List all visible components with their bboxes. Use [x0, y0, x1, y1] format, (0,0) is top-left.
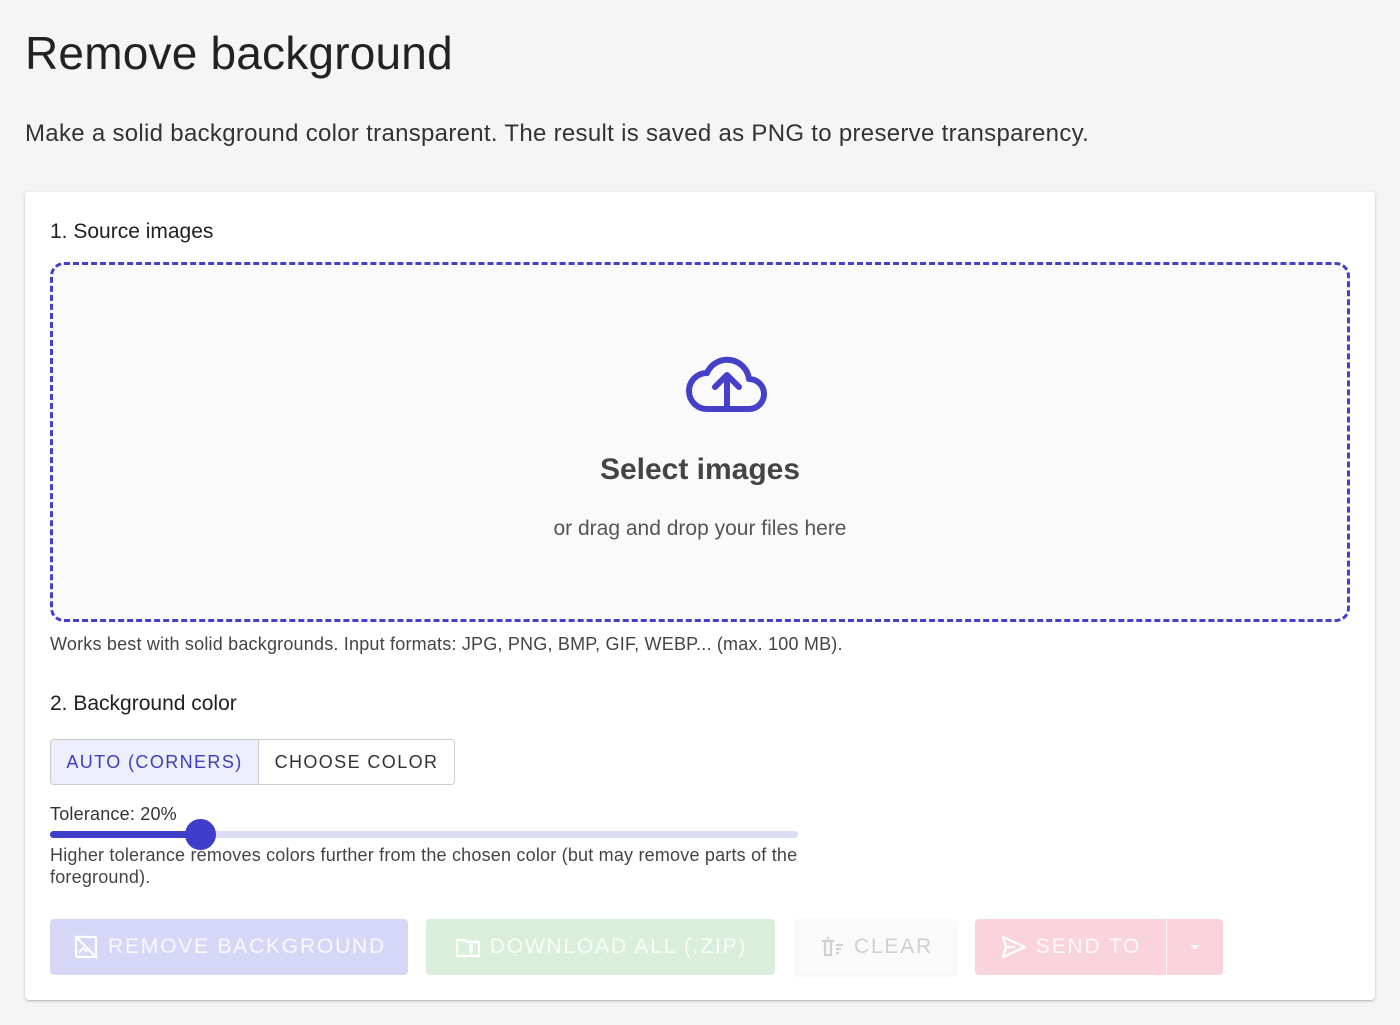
page-subtitle: Make a solid background color transparen…: [25, 120, 1090, 147]
send-icon: [1001, 935, 1027, 959]
caret-down-icon: [1190, 945, 1200, 950]
delete-sweep-icon: [821, 936, 843, 957]
folder-zip-icon: [455, 938, 480, 958]
tolerance-label: Tolerance: 20%: [50, 804, 177, 824]
tolerance-helper: Higher tolerance removes colors further …: [50, 845, 798, 887]
remove-background-button[interactable]: REMOVE BACKGROUND: [50, 919, 408, 975]
download-all-button[interactable]: DOWNLOAD ALL (.ZIP): [426, 919, 775, 975]
source-images-title: 1. Source images: [50, 220, 214, 243]
drag-drop-hint: or drag and drop your files here: [553, 517, 847, 540]
download-all-label: DOWNLOAD ALL (.ZIP): [489, 935, 748, 958]
background-color-title: 2. Background color: [50, 692, 237, 715]
cloud-upload-icon: [686, 356, 767, 412]
select-images-label: Select images: [599, 453, 801, 486]
choose-color-button[interactable]: CHOOSE COLOR: [259, 740, 454, 784]
hide-image-icon: [74, 935, 98, 959]
tolerance-slider-fill: [50, 831, 200, 838]
send-to-label: SEND TO: [1035, 935, 1142, 958]
input-formats-helper: Works best with solid backgrounds. Input…: [50, 634, 843, 654]
auto-corners-button[interactable]: AUTO (CORNERS): [51, 740, 259, 784]
send-to-menu-button[interactable]: [1166, 919, 1223, 975]
background-mode-toggle: AUTO (CORNERS) CHOOSE COLOR: [50, 739, 455, 785]
clear-label: CLEAR: [853, 935, 934, 958]
tolerance-slider[interactable]: [50, 819, 798, 850]
send-to-button[interactable]: SEND TO: [975, 919, 1166, 975]
remove-background-card: 1. Source images Select images or drag a…: [25, 192, 1375, 1000]
clear-button[interactable]: CLEAR: [794, 919, 957, 975]
page-title: Remove background: [25, 27, 453, 79]
remove-background-label: REMOVE BACKGROUND: [108, 935, 386, 958]
image-dropzone[interactable]: Select images or drag and drop your file…: [50, 262, 1350, 622]
